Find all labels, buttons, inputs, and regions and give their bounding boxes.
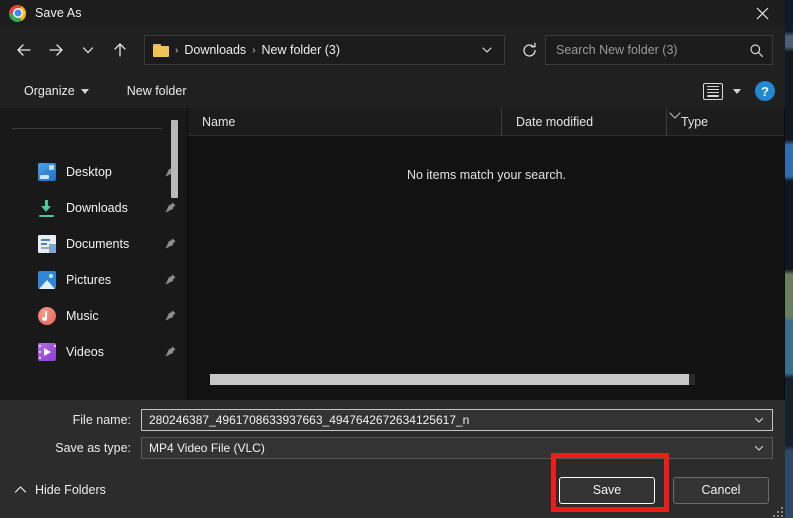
file-list-pane: Name Date modified Type No items match y…: [188, 107, 785, 400]
sidebar-item-label: Videos: [66, 345, 104, 359]
breadcrumb-downloads[interactable]: Downloads: [179, 43, 251, 57]
address-dropdown-chevron-down-icon[interactable]: [474, 37, 500, 63]
sidebar-item-label: Downloads: [66, 201, 128, 215]
chevron-up-icon: [14, 483, 27, 497]
desktop-icon: [38, 163, 56, 181]
file-name-chevron-down-icon[interactable]: [748, 414, 770, 426]
empty-state-message: No items match your search.: [406, 168, 567, 182]
downloads-icon: [38, 199, 56, 217]
sidebar-item-desktop[interactable]: Desktop: [0, 154, 188, 190]
sidebar-item-label: Documents: [66, 237, 130, 251]
hide-folders-label: Hide Folders: [35, 483, 106, 497]
save-as-type-chevron-down-icon[interactable]: [748, 442, 770, 454]
file-name-label: File name:: [72, 413, 131, 427]
sidebar-item-documents[interactable]: Documents: [0, 226, 188, 262]
dialog-body: Desktop Downloads Documents Pictures Mus…: [0, 107, 785, 400]
save-as-type-label: Save as type:: [55, 441, 131, 455]
sidebar-item-label: Music: [66, 309, 99, 323]
save-as-dialog: Save As › Downloads › New folder (3) Sea…: [0, 0, 785, 518]
address-bar[interactable]: › Downloads › New folder (3): [144, 35, 505, 65]
horizontal-scrollbar-track[interactable]: [689, 374, 695, 385]
column-header-date-modified[interactable]: Date modified: [501, 107, 666, 136]
sidebar-item-label: Pictures: [66, 273, 112, 287]
list-view-icon[interactable]: [703, 82, 723, 100]
new-folder-label: New folder: [126, 84, 187, 98]
search-box[interactable]: Search New folder (3): [545, 35, 773, 65]
horizontal-scrollbar-thumb[interactable]: [210, 374, 694, 385]
forward-icon[interactable]: [40, 34, 72, 66]
column-header-type[interactable]: Type: [666, 107, 785, 136]
sidebar-item-videos[interactable]: Videos: [0, 334, 188, 370]
column-headers: Name Date modified Type: [188, 107, 785, 136]
sidebar-scrollbar[interactable]: [171, 120, 178, 338]
organize-button[interactable]: Organize: [16, 80, 97, 102]
save-as-type-row: Save as type: MP4 Video File (VLC): [12, 437, 773, 459]
command-toolbar: Organize New folder ?: [0, 74, 785, 108]
sidebar-item-music[interactable]: Music: [0, 298, 188, 334]
sidebar-divider: [12, 128, 162, 129]
help-label: ?: [761, 83, 769, 99]
organize-label: Organize: [24, 84, 75, 98]
close-icon[interactable]: [739, 0, 785, 26]
refresh-icon[interactable]: [513, 34, 545, 66]
footer-button-group: Save Cancel: [559, 476, 769, 504]
save-button-label: Save: [592, 483, 622, 497]
search-icon[interactable]: [746, 43, 766, 58]
chrome-logo-icon: [9, 4, 26, 22]
sidebar-scrollbar-thumb[interactable]: [171, 120, 178, 198]
cancel-button-label: Cancel: [701, 483, 741, 497]
new-folder-button[interactable]: New folder: [119, 80, 195, 102]
screenshot-root: Save As › Downloads › New folder (3) Sea…: [0, 0, 793, 518]
sidebar-item-list: Desktop Downloads Documents Pictures Mus…: [0, 154, 188, 370]
column-header-name[interactable]: Name: [188, 108, 501, 136]
hide-folders-button[interactable]: Hide Folders: [14, 483, 106, 497]
file-save-form: File name: 280246387_4961708633937663_49…: [0, 400, 785, 462]
navigation-sidebar: Desktop Downloads Documents Pictures Mus…: [0, 108, 188, 400]
file-name-input[interactable]: 280246387_4961708633937663_4947642672634…: [149, 413, 748, 427]
background-page-strip: [785, 0, 793, 518]
file-name-field[interactable]: 280246387_4961708633937663_4947642672634…: [141, 409, 773, 431]
save-button[interactable]: Save: [559, 476, 655, 504]
search-input[interactable]: Search New folder (3): [556, 43, 746, 57]
recent-locations-chevron-down-icon[interactable]: [72, 34, 104, 66]
videos-icon: [38, 343, 56, 361]
breadcrumb-new-folder-3[interactable]: New folder (3): [257, 43, 346, 57]
save-as-type-value[interactable]: MP4 Video File (VLC): [149, 441, 748, 455]
pin-icon[interactable]: [164, 345, 178, 359]
dialog-footer: Hide Folders Save Cancel: [0, 462, 785, 518]
save-as-type-select[interactable]: MP4 Video File (VLC): [141, 437, 773, 459]
sidebar-item-label: Desktop: [66, 165, 112, 179]
toolbar-right-group: ?: [703, 81, 775, 101]
window-title: Save As: [35, 6, 82, 20]
navigation-bar: › Downloads › New folder (3) Search New …: [0, 26, 785, 74]
cancel-button[interactable]: Cancel: [673, 476, 769, 504]
help-icon[interactable]: ?: [755, 81, 775, 101]
chevron-up-sort-icon: [668, 108, 682, 126]
view-options-caret-down-icon[interactable]: [733, 88, 741, 94]
file-list-horizontal-scrollbar[interactable]: [210, 374, 695, 385]
title-bar: Save As: [0, 0, 785, 26]
file-name-row: File name: 280246387_4961708633937663_49…: [12, 409, 773, 431]
up-one-level-icon[interactable]: [104, 34, 136, 66]
file-list-right-edge: [784, 108, 785, 400]
sidebar-item-downloads[interactable]: Downloads: [0, 190, 188, 226]
sidebar-item-pictures[interactable]: Pictures: [0, 262, 188, 298]
music-icon: [38, 307, 56, 325]
caret-down-icon: [80, 88, 89, 94]
folder-icon: [153, 43, 171, 58]
pictures-icon: [38, 271, 56, 289]
resize-grip-icon[interactable]: [771, 505, 783, 517]
documents-icon: [38, 235, 56, 253]
back-icon[interactable]: [8, 34, 40, 66]
